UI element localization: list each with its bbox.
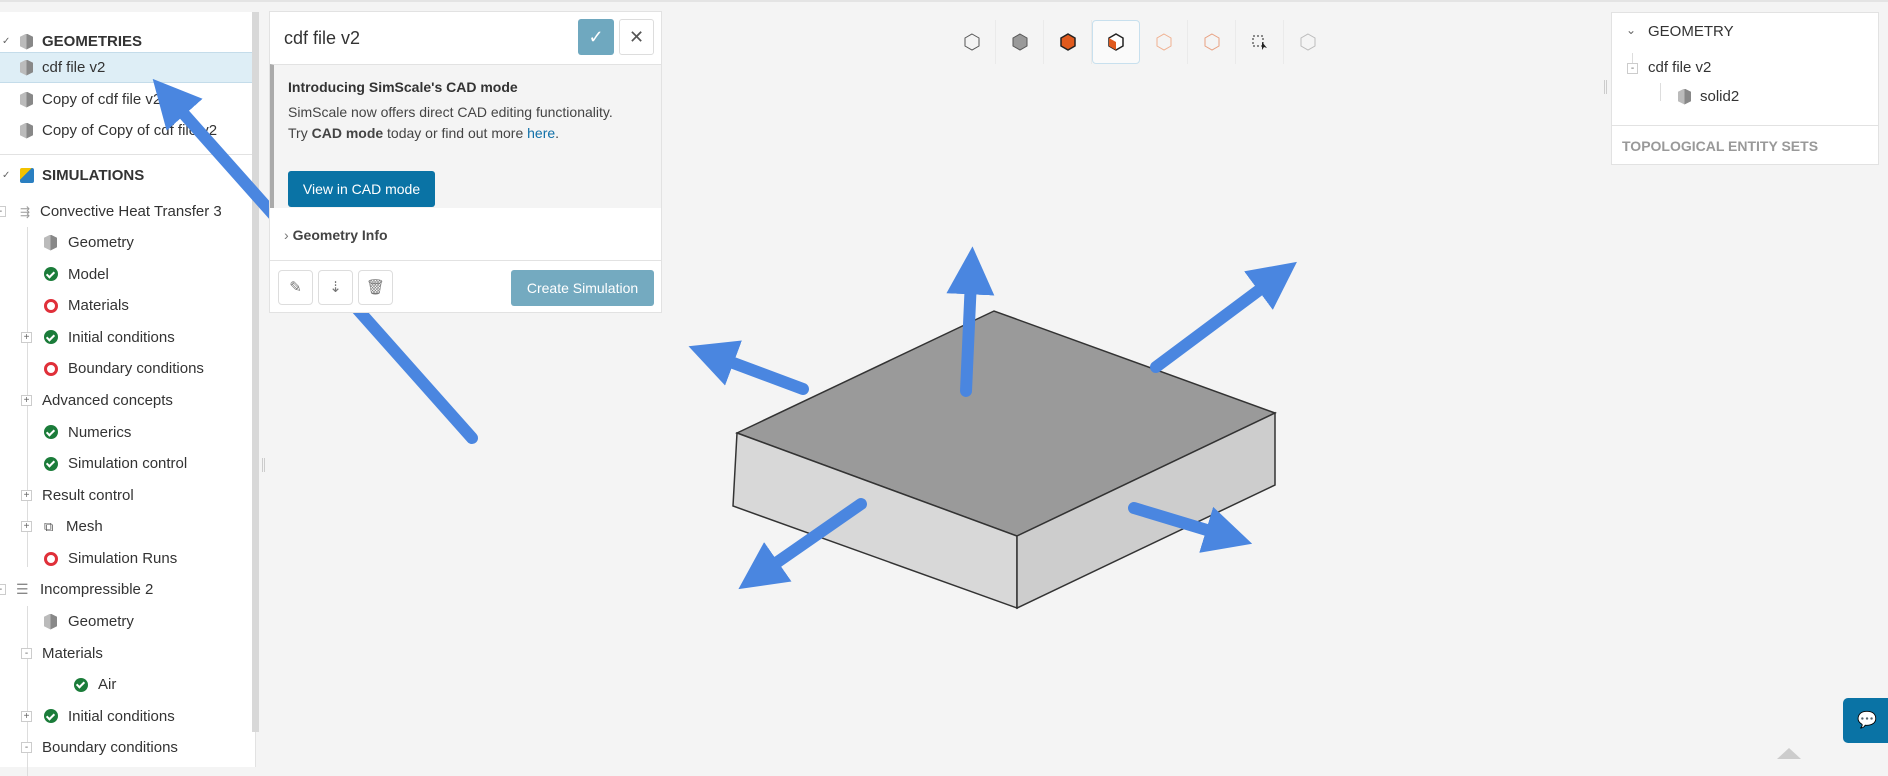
confirm-button[interactable]: ✓ bbox=[578, 19, 614, 55]
box-select-icon bbox=[1252, 35, 1267, 50]
view-solid-button[interactable] bbox=[996, 20, 1044, 64]
point-select-icon bbox=[1204, 33, 1219, 51]
dialog-footer: ✎ ⇣ 🗑 Create Simulation bbox=[270, 260, 661, 312]
trash-icon: 🗑 bbox=[365, 279, 386, 296]
dialog-title: cdf file v2 bbox=[284, 28, 361, 48]
mesh-cube-icon bbox=[1300, 33, 1316, 51]
create-simulation-button[interactable]: Create Simulation bbox=[511, 270, 654, 306]
solid-icon bbox=[1678, 88, 1691, 105]
geometry-panel-header: GEOMETRY bbox=[1648, 23, 1734, 40]
download-icon: ⇣ bbox=[329, 279, 342, 296]
box-select-button[interactable] bbox=[1236, 20, 1284, 64]
geometry-dialog: cdf file v2 ✓ ✕ Introducing SimScale's C… bbox=[269, 11, 662, 313]
view-wireframe-button[interactable] bbox=[948, 20, 996, 64]
solid-label: solid2 bbox=[1700, 88, 1740, 105]
cad-mode-promo: Introducing SimScale's CAD mode SimScale… bbox=[270, 64, 661, 208]
close-button[interactable]: ✕ bbox=[619, 19, 654, 55]
promo-text: SimScale now offers direct CAD editing f… bbox=[288, 104, 613, 141]
view-toolbar bbox=[948, 20, 1332, 64]
chevron-right-icon: › bbox=[284, 227, 289, 243]
annotation-arrow bbox=[688, 340, 809, 395]
topological-entity-sets[interactable]: TOPOLOGICAL ENTITY SETS bbox=[1622, 138, 1818, 154]
chat-button[interactable]: 💬 bbox=[1843, 698, 1888, 743]
geometry-tree-panel: ⌄ GEOMETRY - cdf file v2 solid2 TOPOLOGI… bbox=[1611, 12, 1879, 165]
geometry-file-node[interactable]: cdf file v2 bbox=[1648, 59, 1711, 76]
divider bbox=[1612, 125, 1878, 126]
expand-up-icon[interactable] bbox=[1777, 748, 1801, 759]
annotation-arrow bbox=[946, 246, 995, 397]
select-volumes-button[interactable] bbox=[1092, 20, 1140, 64]
chevron-down-icon[interactable]: ⌄ bbox=[1626, 23, 1636, 37]
geometry-info-toggle[interactable]: › Geometry Info bbox=[284, 227, 388, 243]
solid-cube-icon bbox=[1012, 33, 1027, 51]
here-link[interactable]: here bbox=[527, 125, 555, 141]
face-select-icon bbox=[1059, 33, 1076, 51]
edge-select-icon bbox=[1156, 33, 1171, 51]
select-edges-button[interactable] bbox=[1140, 20, 1188, 64]
annotation-arrow bbox=[1150, 261, 1297, 373]
solid-node[interactable]: solid2 bbox=[1678, 88, 1739, 105]
geometry-info-label: Geometry Info bbox=[292, 227, 388, 243]
chat-bubble-icon: 💬 bbox=[1857, 712, 1877, 729]
edit-icon: ✎ bbox=[289, 279, 302, 296]
resize-handle[interactable] bbox=[1604, 80, 1607, 94]
wireframe-cube-icon bbox=[964, 33, 979, 51]
promo-title: Introducing SimScale's CAD mode bbox=[288, 79, 518, 95]
volume-select-icon bbox=[1108, 33, 1124, 51]
edit-button[interactable]: ✎ bbox=[278, 270, 313, 305]
delete-button[interactable]: 🗑 bbox=[358, 270, 393, 305]
collapse-icon[interactable]: - bbox=[1627, 63, 1638, 74]
select-points-button[interactable] bbox=[1188, 20, 1236, 64]
select-faces-button[interactable] bbox=[1044, 20, 1092, 64]
view-in-cad-mode-button[interactable]: View in CAD mode bbox=[288, 171, 435, 207]
tree-line bbox=[1660, 83, 1661, 101]
download-button[interactable]: ⇣ bbox=[318, 270, 353, 305]
hide-button[interactable] bbox=[1284, 20, 1332, 64]
